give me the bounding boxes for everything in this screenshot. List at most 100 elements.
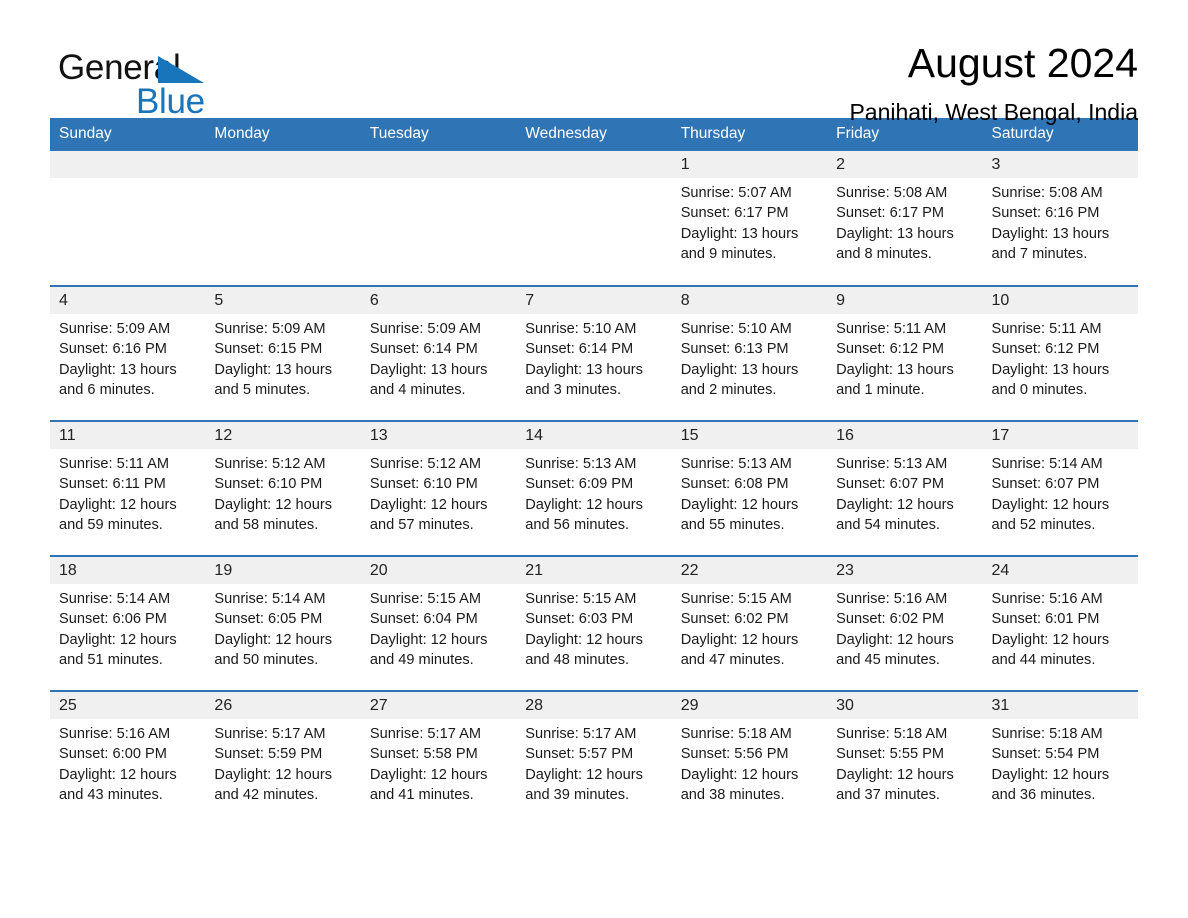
calendar-day-cell[interactable]: 6 Sunrise: 5:09 AM Sunset: 6:14 PM Daylight… (360, 285, 517, 421)
daylight-text: Daylight: 12 hours and 49 minutes. (369, 631, 488, 668)
day-cell: 26 Sunrise: 5:17 AM Sunset: 5:59 PM Dayligh… (205, 692, 361, 825)
day-cell: 24 Sunrise: 5:16 AM Sunset: 6:01 PM Dayligh… (982, 557, 1138, 690)
day-number: 23 (827, 557, 983, 584)
calendar-day-cell[interactable] (50, 151, 206, 286)
calendar-week-row: 25 Sunrise: 5:16 AM Sunset: 6:00 PM Dayligh… (50, 690, 1138, 826)
sunrise-text: Sunrise: 5:09 AM (369, 321, 481, 337)
calendar-week-row: 11 Sunrise: 5:11 AM Sunset: 6:11 PM Dayligh… (50, 420, 1138, 556)
calendar-day-cell[interactable]: 3 Sunrise: 5:08 AM Sunset: 6:16 PM Daylight… (982, 151, 1138, 286)
sunset-text: Sunset: 6:12 PM (991, 341, 1100, 358)
sunset-text: Sunset: 5:56 PM (680, 746, 789, 763)
day-details: Sunrise: 5:13 AM Sunset: 6:09 PM Daylight:… (516, 449, 671, 535)
empty-day-cell (516, 151, 672, 284)
daylight-text: Daylight: 13 hours and 4 minutes. (369, 361, 488, 398)
day-number: 20 (360, 557, 517, 584)
calendar-day-cell[interactable]: 19 Sunrise: 5:14 AM Sunset: 6:05 PM Dayligh… (205, 555, 361, 691)
calendar-day-cell[interactable]: 25 Sunrise: 5:16 AM Sunset: 6:00 PM Dayligh… (50, 690, 206, 826)
sunset-text: Sunset: 6:08 PM (680, 476, 789, 493)
day-cell: 18 Sunrise: 5:14 AM Sunset: 6:06 PM Dayligh… (50, 557, 206, 690)
sunset-text: Sunset: 5:54 PM (991, 746, 1100, 763)
calendar-day-cell[interactable]: 23 Sunrise: 5:16 AM Sunset: 6:02 PM Dayligh… (827, 555, 983, 691)
calendar-day-cell[interactable]: 9 Sunrise: 5:11 AM Sunset: 6:12 PM Daylight… (827, 285, 983, 421)
calendar-day-cell[interactable]: 28 Sunrise: 5:17 AM Sunset: 5:57 PM Dayligh… (516, 690, 672, 826)
sunset-text: Sunset: 6:12 PM (836, 341, 945, 358)
day-details: Sunrise: 5:11 AM Sunset: 6:12 PM Daylight:… (983, 314, 1138, 400)
daylight-text: Daylight: 13 hours and 9 minutes. (680, 225, 799, 262)
day-number: 3 (982, 151, 1138, 178)
calendar-day-cell[interactable]: 16 Sunrise: 5:13 AM Sunset: 6:07 PM Dayligh… (827, 420, 983, 556)
calendar-day-cell[interactable]: 18 Sunrise: 5:14 AM Sunset: 6:06 PM Dayligh… (50, 555, 206, 691)
calendar-week-row: 18 Sunrise: 5:14 AM Sunset: 6:06 PM Dayligh… (50, 555, 1138, 691)
daylight-text: Daylight: 12 hours and 47 minutes. (680, 631, 799, 668)
sunset-text: Sunset: 6:17 PM (836, 205, 945, 222)
calendar-day-cell[interactable]: 15 Sunrise: 5:13 AM Sunset: 6:08 PM Dayligh… (671, 420, 828, 556)
sunset-text: Sunset: 6:13 PM (680, 341, 789, 358)
day-cell: 14 Sunrise: 5:13 AM Sunset: 6:09 PM Dayligh… (516, 422, 672, 555)
calendar-day-cell[interactable] (360, 151, 517, 286)
day-cell: 5 Sunrise: 5:09 AM Sunset: 6:15 PM Daylight… (205, 287, 361, 420)
calendar-page: General Blue August 2024 Panihati, West … (0, 0, 1188, 918)
logo-text-blue: Blue (136, 82, 205, 121)
calendar-day-cell[interactable]: 10 Sunrise: 5:11 AM Sunset: 6:12 PM Dayligh… (982, 285, 1138, 421)
calendar-day-cell[interactable]: 21 Sunrise: 5:15 AM Sunset: 6:03 PM Dayligh… (516, 555, 672, 691)
calendar-day-cell[interactable]: 5 Sunrise: 5:09 AM Sunset: 6:15 PM Daylight… (205, 285, 361, 421)
calendar-day-cell[interactable]: 1 Sunrise: 5:07 AM Sunset: 6:17 PM Daylight… (671, 151, 828, 286)
day-details: Sunrise: 5:16 AM Sunset: 6:01 PM Daylight:… (983, 584, 1138, 670)
day-number: 1 (671, 151, 828, 178)
day-number: 11 (50, 422, 206, 449)
calendar-day-cell[interactable]: 26 Sunrise: 5:17 AM Sunset: 5:59 PM Dayligh… (205, 690, 361, 826)
day-number: 9 (827, 287, 983, 314)
calendar-day-cell[interactable]: 12 Sunrise: 5:12 AM Sunset: 6:10 PM Dayligh… (205, 420, 361, 556)
sunset-text: Sunset: 6:02 PM (680, 611, 789, 628)
calendar-day-cell[interactable]: 30 Sunrise: 5:18 AM Sunset: 5:55 PM Dayligh… (827, 690, 983, 826)
logo-top-row: General (58, 48, 358, 88)
sunset-text: Sunset: 6:03 PM (525, 611, 634, 628)
generalblue-logo[interactable]: General Blue (58, 48, 358, 128)
sunset-text: Sunset: 6:10 PM (369, 476, 478, 493)
day-details: Sunrise: 5:09 AM Sunset: 6:14 PM Daylight:… (361, 314, 516, 400)
calendar-day-cell[interactable]: 4 Sunrise: 5:09 AM Sunset: 6:16 PM Daylight… (50, 285, 206, 421)
calendar-day-cell[interactable]: 17 Sunrise: 5:14 AM Sunset: 6:07 PM Dayligh… (982, 420, 1138, 556)
sunrise-text: Sunrise: 5:17 AM (369, 726, 481, 742)
sunset-text: Sunset: 5:55 PM (836, 746, 945, 763)
page-subtitle: Panihati, West Bengal, India (849, 99, 1138, 125)
calendar-day-cell[interactable]: 11 Sunrise: 5:11 AM Sunset: 6:11 PM Dayligh… (50, 420, 206, 556)
calendar-day-cell[interactable]: 8 Sunrise: 5:10 AM Sunset: 6:13 PM Daylight… (671, 285, 828, 421)
calendar-day-cell[interactable]: 14 Sunrise: 5:13 AM Sunset: 6:09 PM Dayligh… (516, 420, 672, 556)
day-details: Sunrise: 5:13 AM Sunset: 6:07 PM Daylight:… (827, 449, 982, 535)
day-cell: 28 Sunrise: 5:17 AM Sunset: 5:57 PM Dayligh… (516, 692, 672, 825)
day-number (50, 151, 206, 178)
calendar-day-cell[interactable]: 29 Sunrise: 5:18 AM Sunset: 5:56 PM Dayligh… (671, 690, 828, 826)
sunset-text: Sunset: 6:00 PM (59, 746, 167, 763)
page-header: General Blue August 2024 Panihati, West … (50, 0, 1138, 125)
day-number: 15 (671, 422, 828, 449)
calendar-day-cell[interactable]: 24 Sunrise: 5:16 AM Sunset: 6:01 PM Dayligh… (982, 555, 1138, 691)
calendar-day-cell[interactable]: 31 Sunrise: 5:18 AM Sunset: 5:54 PM Dayligh… (982, 690, 1138, 826)
sunrise-text: Sunrise: 5:17 AM (525, 726, 637, 742)
sunrise-text: Sunrise: 5:11 AM (836, 321, 947, 337)
sunrise-text: Sunrise: 5:13 AM (680, 456, 792, 472)
day-details: Sunrise: 5:12 AM Sunset: 6:10 PM Daylight:… (361, 449, 516, 535)
calendar-day-cell[interactable]: 27 Sunrise: 5:17 AM Sunset: 5:58 PM Dayligh… (360, 690, 517, 826)
calendar-day-cell[interactable]: 7 Sunrise: 5:10 AM Sunset: 6:14 PM Daylight… (516, 285, 672, 421)
calendar-day-cell[interactable]: 2 Sunrise: 5:08 AM Sunset: 6:17 PM Daylight… (827, 151, 983, 286)
weekday-header-thursday: Thursday (671, 118, 828, 151)
day-details: Sunrise: 5:18 AM Sunset: 5:56 PM Daylight:… (672, 719, 827, 805)
sunset-text: Sunset: 5:57 PM (525, 746, 634, 763)
day-cell: 12 Sunrise: 5:12 AM Sunset: 6:10 PM Dayligh… (205, 422, 361, 555)
sunrise-text: Sunrise: 5:08 AM (836, 185, 948, 201)
calendar-grid: Sunday Monday Tuesday Wednesday Thursday… (50, 118, 1138, 826)
day-number: 28 (516, 692, 672, 719)
calendar-day-cell[interactable]: 13 Sunrise: 5:12 AM Sunset: 6:10 PM Dayligh… (360, 420, 517, 556)
sunrise-text: Sunrise: 5:16 AM (59, 726, 171, 742)
calendar-day-cell[interactable]: 20 Sunrise: 5:15 AM Sunset: 6:04 PM Dayligh… (360, 555, 517, 691)
calendar-day-cell[interactable] (205, 151, 361, 286)
daylight-text: Daylight: 13 hours and 8 minutes. (836, 225, 954, 262)
day-details: Sunrise: 5:17 AM Sunset: 5:57 PM Daylight:… (516, 719, 671, 805)
sunrise-text: Sunrise: 5:14 AM (214, 591, 326, 607)
empty-day-cell (360, 151, 517, 284)
day-details: Sunrise: 5:16 AM Sunset: 6:02 PM Daylight:… (827, 584, 982, 670)
calendar-day-cell[interactable] (516, 151, 672, 286)
day-number: 10 (982, 287, 1138, 314)
calendar-day-cell[interactable]: 22 Sunrise: 5:15 AM Sunset: 6:02 PM Dayligh… (671, 555, 828, 691)
